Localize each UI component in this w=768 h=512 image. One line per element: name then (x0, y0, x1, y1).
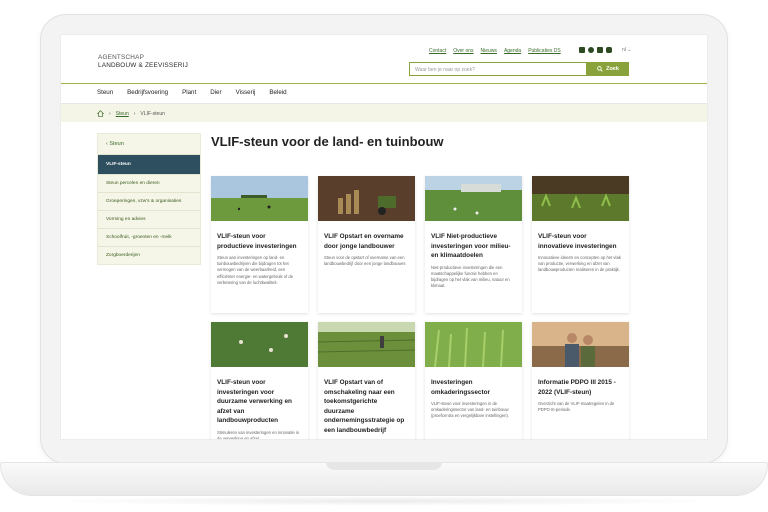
sidebar-item-schoolfruit[interactable]: Schoolfruit, -groenten en -melk (98, 228, 200, 246)
card-description (318, 435, 415, 439)
card-omkaderingssector[interactable]: Investeringen omkaderingssector VLIF-ste… (425, 322, 522, 439)
instagram-icon[interactable] (606, 47, 612, 53)
card-description: Innovatieve ideeën en concepten op het v… (538, 255, 621, 273)
toplink-agenda[interactable]: Agenda (504, 48, 521, 54)
breadcrumb-current: VLIF-steun (140, 110, 165, 117)
card-image-field-cows (211, 176, 308, 221)
toplink-nieuws[interactable]: Nieuws (481, 48, 497, 54)
sidebar: ‹ Steun VLIF-steun Steun percelen en die… (97, 133, 201, 265)
card-title: VLIF-steun voor investeringen voor duurz… (217, 379, 292, 424)
breadcrumb-steun[interactable]: Steun (116, 111, 129, 117)
youtube-icon[interactable] (597, 47, 603, 53)
search-button-label: Zoek (606, 66, 619, 72)
sidebar-item-vorming[interactable]: Vorming en advies (98, 210, 200, 228)
toplink-contact[interactable]: Contact (429, 48, 446, 54)
nav-bedrijfsvoering[interactable]: Bedrijfsvoering (127, 89, 168, 96)
toplink-publicaties[interactable]: Publicaties DS (528, 48, 561, 54)
header-divider (61, 83, 707, 84)
card-description: Steun aan investeringen op land- en tuin… (217, 255, 294, 285)
card-productieve-investeringen[interactable]: VLIF-steun voor productieve investeringe… (211, 176, 308, 313)
card-title: VLIF Opstart van of omschakeling naar ee… (324, 379, 405, 434)
card-title: VLIF Opstart en overname door jonge land… (324, 233, 404, 250)
card-image-seedlings (532, 176, 629, 221)
card-image-crop-rows (317, 322, 416, 367)
card-description: Stimuleren van investeringen en innovati… (217, 429, 300, 440)
language-switch[interactable]: nl ⌄ (622, 47, 632, 53)
card-description: Steun voor de opstart of overname van ee… (324, 255, 407, 267)
search-icon (597, 66, 603, 72)
card-niet-productieve[interactable]: VLIF Niet-productieve investeringen voor… (425, 176, 522, 313)
card-title: VLIF-steun voor innovatieve investeringe… (538, 233, 617, 250)
nav-visserij[interactable]: Visserij (236, 89, 256, 96)
nav-plant[interactable]: Plant (182, 89, 196, 96)
card-image-wheat (425, 322, 522, 368)
sidebar-item-zorgboerderijen[interactable]: Zorgboerderijen (98, 246, 200, 264)
breadcrumb: › Steun › VLIF-steun (61, 104, 707, 122)
linkedin-icon[interactable] (579, 47, 585, 53)
main-nav: Steun Bedrijfsvoering Plant Dier Visseri… (97, 89, 287, 96)
card-informatie-pdpo[interactable]: Informatie PDPO III 2015 - 2022 (VLIF-st… (532, 322, 629, 439)
card-duurzame-verwerking[interactable]: VLIF-steun voor investeringen voor duurz… (211, 322, 308, 440)
search-input[interactable]: Waar ben je naar op zoek? (409, 62, 587, 76)
card-image-aerial-field (211, 322, 308, 367)
social-icons (579, 47, 612, 53)
sidebar-back-label: Steun (109, 141, 124, 147)
card-description: VLIF-steun voor investeringen in de omka… (431, 401, 509, 419)
laptop-shadow (40, 496, 728, 506)
screen: AGENTSCHAP LANDBOUW & ZEEVISSERIJ Contac… (60, 34, 708, 440)
card-innovatieve-investeringen[interactable]: VLIF-steun voor innovatieve investeringe… (532, 176, 629, 313)
laptop-notch (326, 462, 442, 470)
logo-line-2: LANDBOUW & ZEEVISSERIJ (98, 61, 188, 69)
agency-logo[interactable]: AGENTSCHAP LANDBOUW & ZEEVISSERIJ (98, 54, 188, 69)
sidebar-back-link[interactable]: ‹ Steun (98, 134, 200, 154)
card-title: Informatie PDPO III 2015 - 2022 (VLIF-st… (538, 379, 616, 396)
home-icon[interactable] (97, 110, 104, 117)
card-image-coins-tractor (318, 176, 415, 221)
top-links: Contact Over ons Nieuws Agenda Publicati… (429, 48, 561, 54)
card-opstart-overname[interactable]: VLIF Opstart en overname door jonge land… (318, 176, 415, 313)
logo-line-1: AGENTSCHAP (98, 54, 145, 61)
sidebar-item-groeperingen[interactable]: Groeperingen, vzw's & organisaties (98, 192, 200, 210)
card-opstart-omschakeling[interactable]: VLIF Opstart van of omschakeling naar ee… (317, 322, 416, 439)
card-description: Overzicht van de VLIF-maatregelen in de … (538, 401, 615, 413)
sidebar-item-steun-percelen[interactable]: Steun percelen en dieren (98, 174, 200, 192)
facebook-icon[interactable] (588, 47, 594, 53)
nav-beleid[interactable]: Beleid (269, 89, 286, 96)
site-header: AGENTSCHAP LANDBOUW & ZEEVISSERIJ Contac… (61, 35, 707, 83)
nav-dier[interactable]: Dier (210, 89, 221, 96)
toplink-over-ons[interactable]: Over ons (453, 48, 473, 54)
page-title: VLIF-steun voor de land- en tuinbouw (211, 134, 444, 149)
card-title: VLIF Niet-productieve investeringen voor… (431, 233, 511, 259)
nav-steun[interactable]: Steun (97, 89, 113, 96)
search-button[interactable]: Zoek (587, 62, 629, 76)
card-description: Niet-productieve investeringen die een m… (431, 264, 510, 289)
card-title: VLIF-steun voor productieve investeringe… (217, 233, 297, 250)
card-image-greenhouse-meadow (425, 176, 522, 221)
card-title: Investeringen omkaderingssector (431, 379, 490, 396)
sidebar-item-vlif-steun[interactable]: VLIF-steun (98, 154, 200, 174)
card-image-farmers (532, 322, 629, 367)
language-label: nl (622, 47, 626, 53)
